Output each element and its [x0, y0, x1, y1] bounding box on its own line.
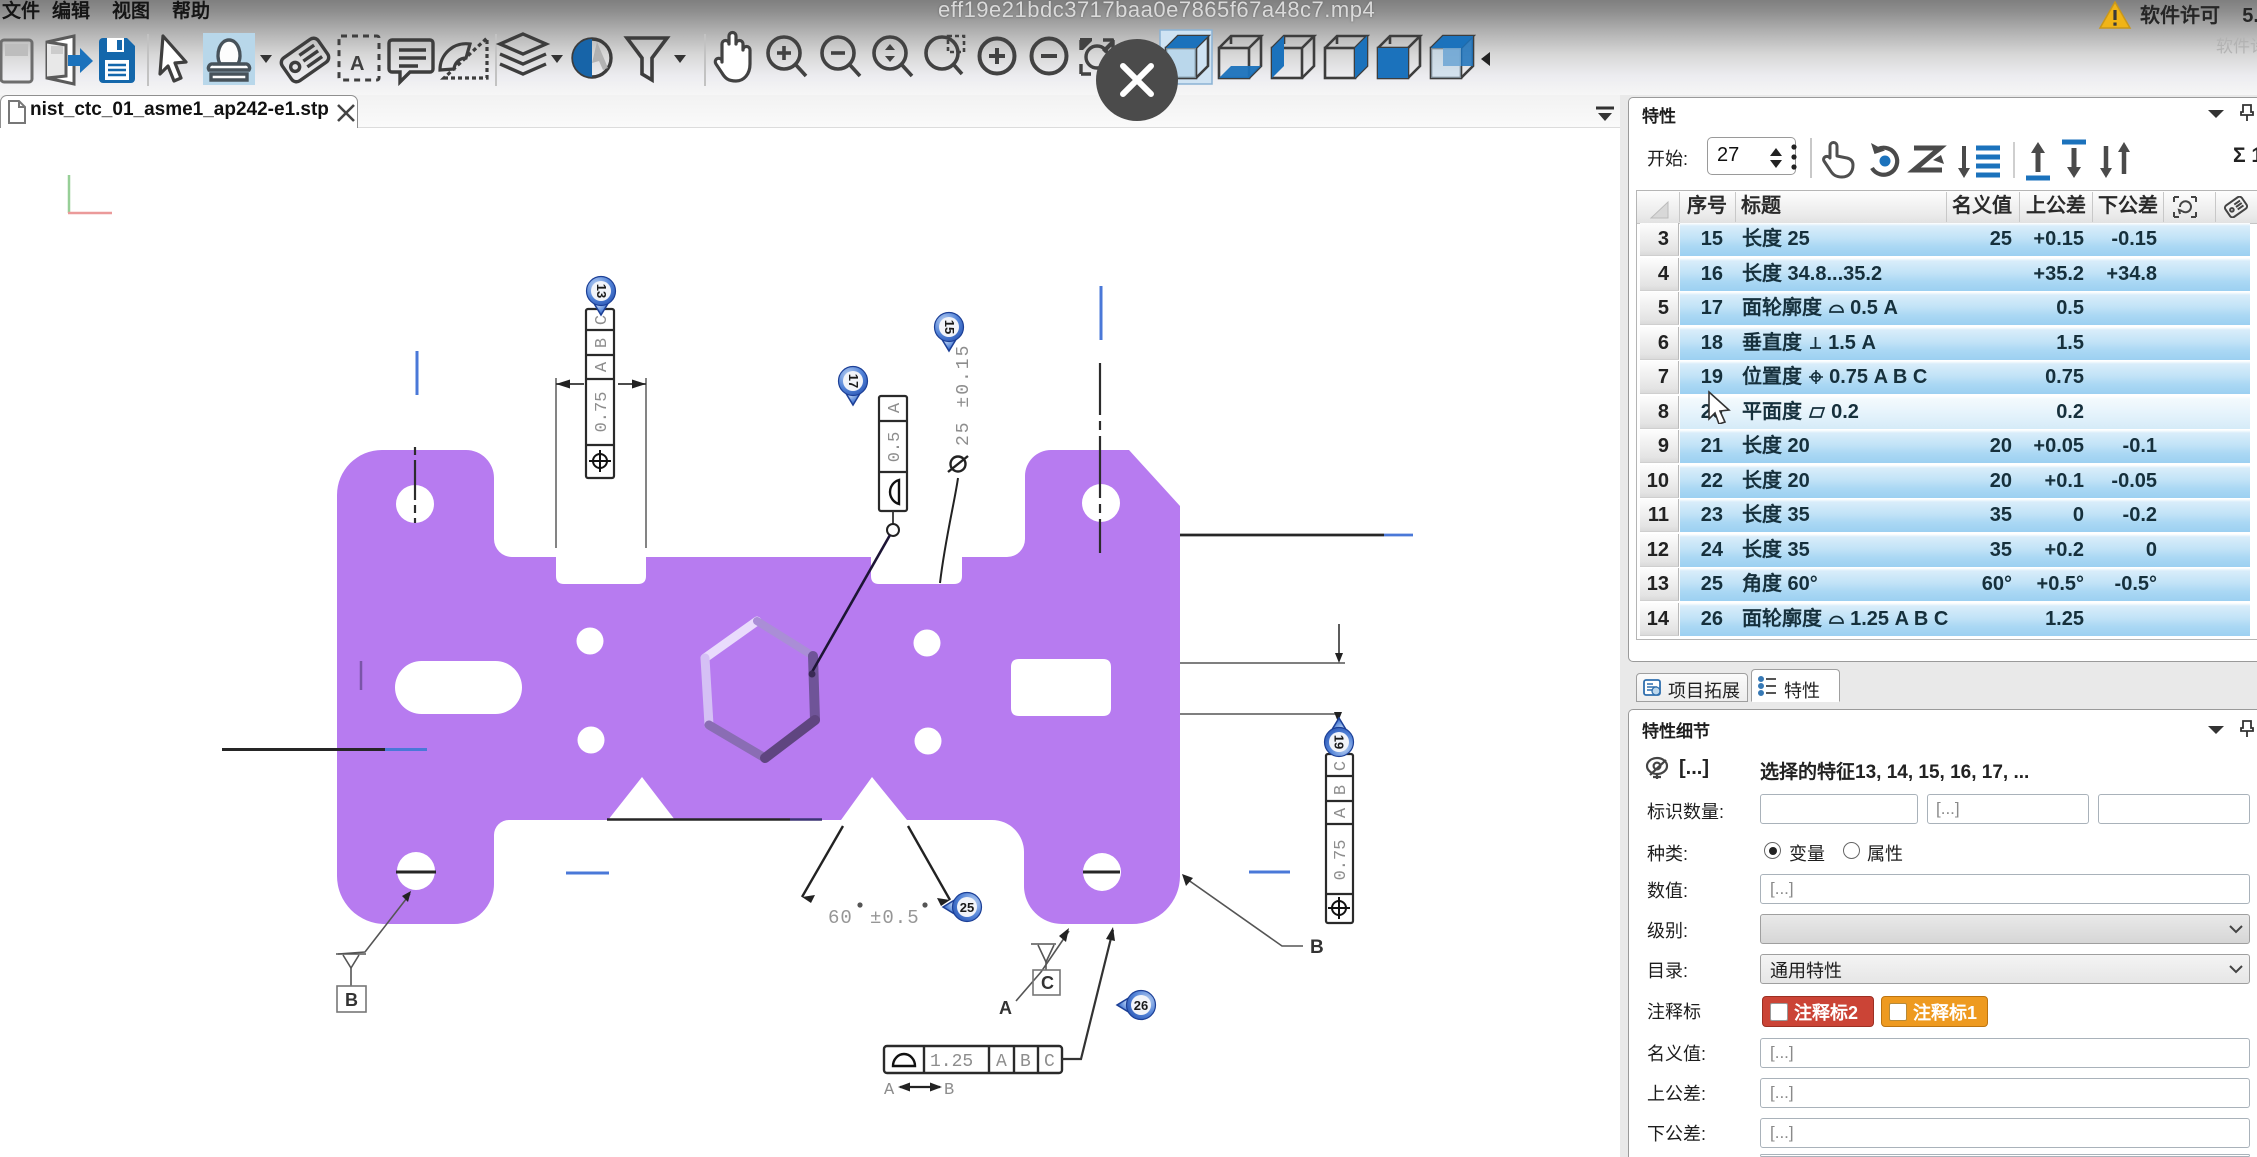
svg-text:C: C	[1041, 973, 1054, 993]
svg-text:C: C	[1044, 1052, 1055, 1072]
svg-text:B: B	[1020, 1052, 1031, 1072]
svg-text:C: C	[1332, 761, 1351, 771]
svg-text:26: 26	[1134, 998, 1148, 1013]
svg-text:B: B	[593, 338, 612, 348]
svg-text:60: 60	[828, 907, 853, 929]
svg-text:13: 13	[594, 284, 609, 298]
svg-text:B: B	[1332, 785, 1351, 795]
svg-text:B: B	[944, 1081, 954, 1100]
svg-text:A: A	[1332, 807, 1351, 818]
svg-text:1.25: 1.25	[930, 1052, 973, 1072]
svg-text:A: A	[350, 53, 364, 75]
svg-text:0.75: 0.75	[1332, 840, 1351, 881]
svg-text:19: 19	[1332, 735, 1347, 749]
svg-text:15: 15	[942, 320, 957, 334]
svg-text:A: A	[886, 402, 905, 413]
svg-text:25: 25	[960, 900, 974, 915]
svg-text:A: A	[593, 361, 612, 372]
svg-text:A: A	[996, 1052, 1007, 1072]
svg-text:17: 17	[846, 374, 861, 388]
svg-text:C: C	[593, 315, 612, 325]
svg-text:B: B	[1310, 937, 1324, 958]
svg-text:25 ±0.15: 25 ±0.15	[954, 344, 974, 446]
svg-text:A: A	[999, 998, 1012, 1018]
svg-text:B: B	[345, 990, 358, 1010]
svg-text:A: A	[884, 1081, 895, 1100]
svg-text:0.75: 0.75	[593, 392, 612, 433]
svg-text:0.5: 0.5	[886, 432, 905, 463]
svg-text:±0.5: ±0.5	[870, 907, 920, 929]
